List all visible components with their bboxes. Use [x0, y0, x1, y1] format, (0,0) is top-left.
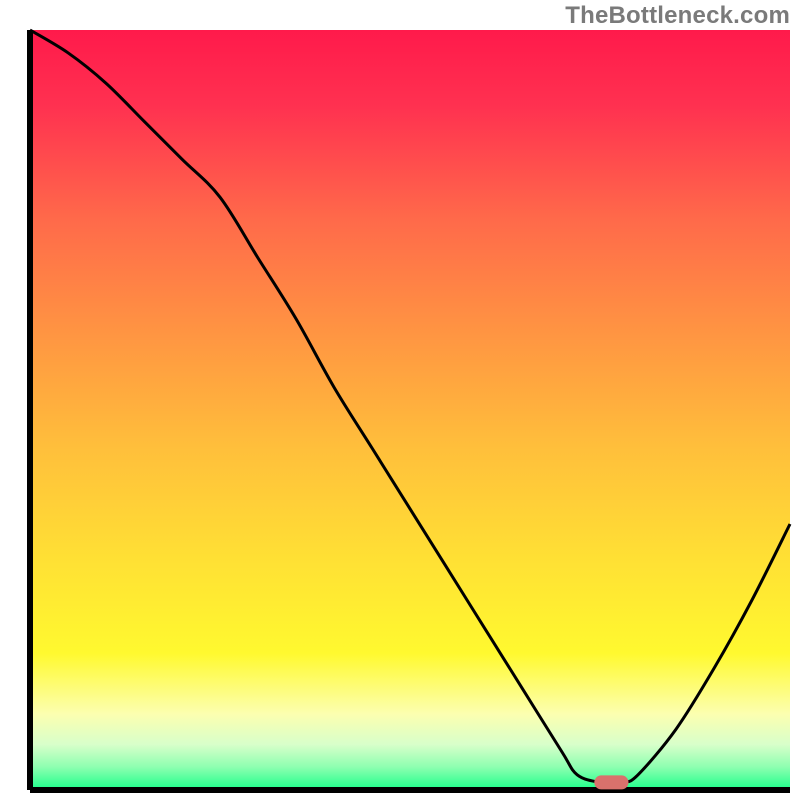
chart-container: TheBottleneck.com [0, 0, 800, 800]
bottleneck-chart [0, 0, 800, 800]
plot-background [30, 30, 790, 790]
optimum-marker [594, 775, 628, 789]
